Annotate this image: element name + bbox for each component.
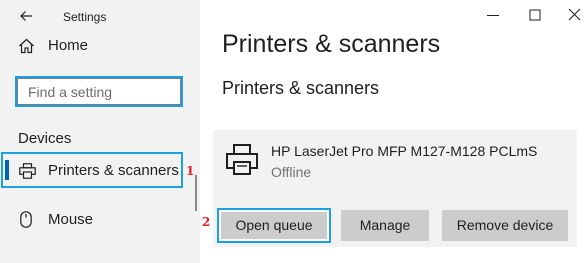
annotation-marker-2: 2: [202, 215, 211, 229]
sidebar-item-label: Home: [48, 37, 89, 54]
search-input[interactable]: Find a setting: [15, 76, 183, 107]
maximize-icon[interactable]: [528, 8, 542, 22]
mouse-icon: [20, 211, 32, 228]
printer-name: HP LaserJet Pro MFP M127-M128 PCLmS: [271, 143, 538, 159]
printer-card[interactable]: HP LaserJet Pro MFP M127-M128 PCLmS Offl…: [213, 130, 577, 247]
sidebar-item-printers-scanners[interactable]: Printers & scanners: [1, 152, 183, 188]
sidebar-item-home[interactable]: Home: [0, 34, 200, 58]
printer-icon: [19, 163, 36, 179]
selected-accent-bar: [5, 160, 9, 180]
app-title: Settings: [63, 10, 107, 24]
printer-icon: [226, 144, 258, 175]
sidebar-item-label: Printers & scanners: [48, 162, 179, 179]
open-queue-button[interactable]: Open queue: [217, 208, 331, 243]
section-label-devices: Devices: [18, 130, 72, 147]
back-arrow-icon[interactable]: [18, 8, 34, 24]
minimize-icon[interactable]: [486, 8, 500, 22]
page-title: Printers & scanners: [222, 30, 441, 58]
scrollbar-thumb[interactable]: [195, 175, 197, 211]
search-placeholder: Find a setting: [28, 84, 113, 100]
manage-button[interactable]: Manage: [341, 210, 429, 241]
close-icon[interactable]: [568, 8, 582, 22]
printer-status: Offline: [271, 164, 312, 180]
remove-device-button[interactable]: Remove device: [442, 210, 568, 241]
sidebar-item-mouse[interactable]: Mouse: [0, 208, 190, 232]
sidebar: Settings Home Find a setting Devices Pri…: [0, 0, 200, 263]
sidebar-item-label: Mouse: [48, 211, 94, 228]
annotation-marker-1: 1: [186, 164, 195, 178]
home-icon: [19, 38, 34, 54]
section-heading: Printers & scanners: [222, 78, 380, 98]
